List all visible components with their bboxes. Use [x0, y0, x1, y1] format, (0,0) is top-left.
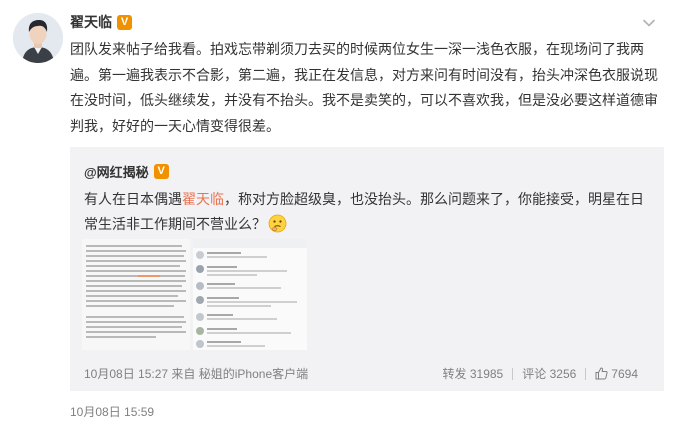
comment-label: 评论 — [522, 367, 547, 381]
comment-count: 3256 — [549, 367, 577, 381]
post-time[interactable]: 10月08日 15:59 — [70, 403, 154, 420]
quoted-meta: 10月08日 15:27 来自 秘姐的iPhone客户端 — [84, 365, 308, 382]
quoted-footer: 10月08日 15:27 来自 秘姐的iPhone客户端 转发 31985 评论… — [84, 365, 650, 383]
quoted-time[interactable]: 10月08日 15:27 — [84, 367, 168, 381]
mention-link[interactable]: 翟天临 — [182, 191, 224, 207]
chevron-down-icon[interactable] — [640, 14, 658, 32]
quoted-text: 有人在日本偶遇翟天临，称对方脸超级臭，也没抬头。那么问题来了，你能接受，明星在日… — [84, 187, 656, 237]
verified-badge-icon[interactable]: V — [117, 14, 132, 30]
verified-badge-icon[interactable]: V — [153, 163, 169, 179]
via-label: 来自 — [171, 367, 196, 381]
quoted-author-name[interactable]: @网红揭秘 — [84, 162, 149, 181]
attached-image-thumbnail[interactable] — [193, 239, 307, 350]
like-count: 7694 — [611, 366, 638, 381]
comment-button[interactable]: 评论 3256 — [522, 365, 576, 382]
quoted-text-before: 有人在日本偶遇 — [84, 191, 182, 207]
post-author-row: 翟天临 V — [70, 12, 132, 32]
stats-divider — [585, 367, 587, 380]
repost-button[interactable]: 转发 31985 — [443, 365, 504, 382]
quoted-author-row: @网红揭秘 V — [84, 161, 169, 181]
avatar[interactable] — [13, 13, 63, 63]
post-text: 团队发来帖子给我看。拍戏忘带剃须刀去买的时候两位女生一深一浅色衣服，在现场问了我… — [70, 41, 658, 134]
repost-label: 转发 — [442, 367, 467, 381]
stats-divider — [512, 367, 514, 380]
attached-image-thumbnail[interactable] — [82, 239, 190, 350]
thumbs-up-icon — [595, 367, 608, 380]
quoted-source[interactable]: 秘姐的iPhone客户端 — [199, 367, 308, 381]
thinking-face-icon — [268, 214, 287, 233]
like-button[interactable]: 7694 — [595, 367, 638, 381]
quoted-stats: 转发 31985 评论 3256 7694 — [443, 365, 639, 382]
repost-count: 31985 — [469, 367, 504, 381]
post-author-name[interactable]: 翟天临 — [70, 12, 112, 32]
